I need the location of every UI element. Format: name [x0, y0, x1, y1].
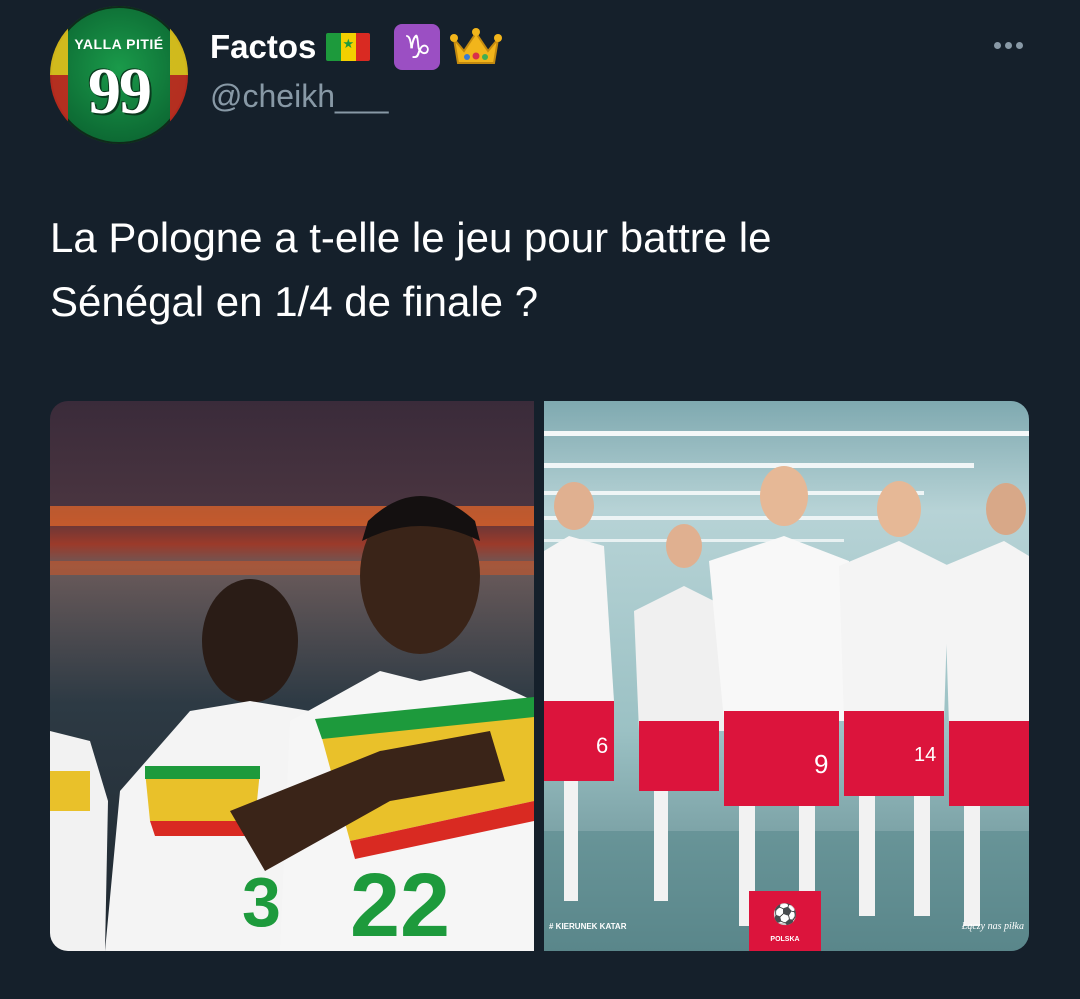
poland-photo-illustration: 6 9 14 ⚽ POLSKA # KIERUNEK KATAR Łączy n…: [544, 431, 1029, 951]
jersey-number: 22: [350, 856, 450, 951]
dot-icon: [1015, 41, 1023, 49]
author-handle[interactable]: @cheikh___: [210, 78, 388, 115]
polska-badge-text: POLSKA: [770, 936, 799, 943]
capricorn-icon: ♑: [394, 24, 441, 70]
senegal-flag-icon: [326, 33, 371, 61]
senegal-players-photo[interactable]: 3 22: [50, 401, 534, 951]
avatar-number: 99: [88, 55, 152, 128]
avatar[interactable]: YALLA PITIÉ 99: [50, 6, 188, 144]
dot-icon: [1004, 41, 1012, 49]
senegal-photo-illustration: 3 22: [50, 496, 534, 951]
jersey-number: 14: [914, 744, 936, 766]
crown-icon: [450, 28, 503, 64]
tweet-media: 3 22 6 9 14 ⚽ POLSKA # KIERUNEK KATAR Łą…: [50, 401, 1029, 951]
avatar-top-text: YALLA PITIÉ: [74, 36, 164, 52]
author-row: Factos ♑: [210, 24, 503, 70]
more-options-button[interactable]: [988, 30, 1028, 60]
dot-icon: [993, 41, 1001, 49]
tweet-text-line: La Pologne a t-elle le jeu pour battre l…: [50, 214, 772, 261]
svg-text:⚽: ⚽: [772, 902, 798, 926]
laczy-nas-pilka-caption: Łączy nas piłka: [961, 921, 1024, 932]
jersey-number: 6: [596, 733, 608, 758]
tweet-text-line: Sénégal en 1/4 de finale ?: [50, 278, 539, 325]
poland-players-photo[interactable]: 6 9 14 ⚽ POLSKA # KIERUNEK KATAR Łączy n…: [544, 401, 1029, 951]
kierunek-katar-caption: # KIERUNEK KATAR: [549, 922, 627, 931]
jersey-number: 3: [242, 863, 281, 941]
author-name[interactable]: Factos: [210, 28, 316, 66]
jersey-number: 9: [814, 749, 828, 779]
tweet-text: La Pologne a t-elle le jeu pour battre l…: [50, 206, 1040, 334]
